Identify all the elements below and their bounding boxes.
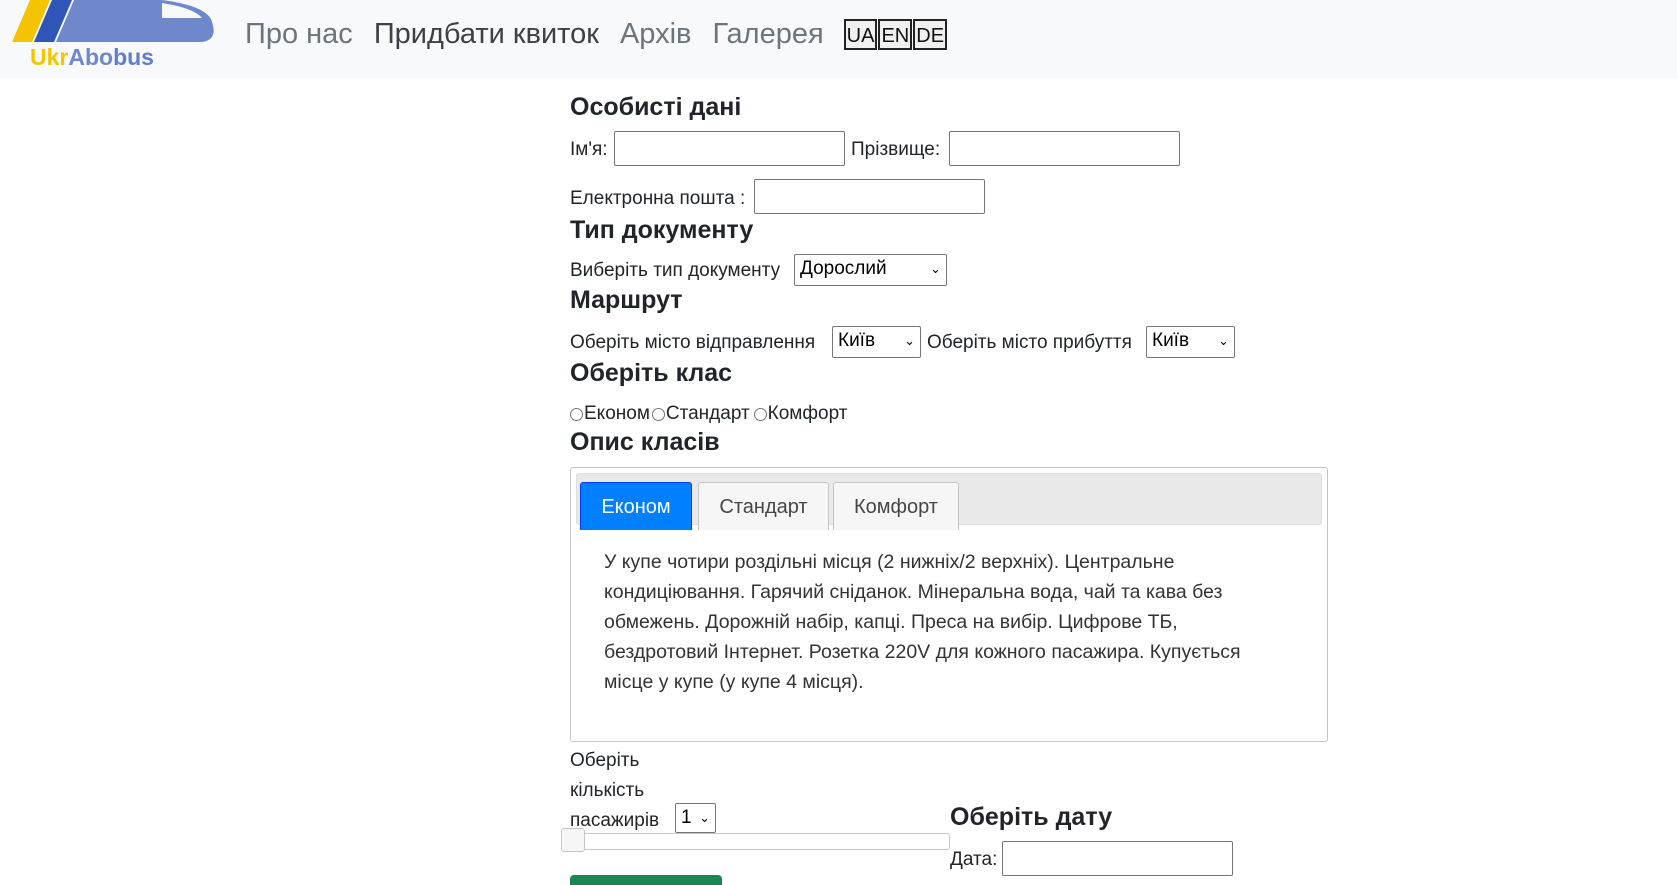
class-economy-radio[interactable] — [570, 407, 583, 421]
chevron-down-icon: ⌄ — [699, 810, 710, 825]
class-comfort-radio[interactable] — [753, 407, 767, 421]
navbar: UkrAbobus Про нас Придбати квиток Архів … — [0, 0, 1677, 78]
language-switcher: UA EN DE — [843, 18, 948, 50]
class-tabs-header: Економ Стандарт Комфорт — [576, 473, 1322, 530]
document-type-heading: Тип документу — [570, 216, 754, 244]
tab-comfort[interactable]: Комфорт — [833, 482, 959, 530]
chevron-down-icon: ⌄ — [930, 261, 941, 276]
departure-select[interactable]: Київ ⌄ — [832, 326, 921, 358]
lang-de-button[interactable]: DE — [913, 18, 948, 50]
first-name-label: Ім'я: — [570, 139, 608, 160]
lang-en-button[interactable]: EN — [878, 18, 913, 50]
first-name-input[interactable] — [614, 131, 845, 166]
email-input[interactable] — [754, 179, 985, 214]
passengers-slider[interactable] — [561, 828, 950, 852]
departure-label: Оберіть місто відправлення — [570, 332, 816, 353]
class-description-text: У купе чотири роздільні місця (2 нижніх/… — [604, 551, 1241, 693]
class-select-heading: Оберіть клас — [570, 359, 733, 387]
class-standard-label: Стандарт — [665, 403, 750, 424]
chevron-down-icon: ⌄ — [1218, 333, 1229, 348]
route-heading: Маршрут — [570, 286, 683, 314]
last-name-label: Прізвище: — [851, 139, 941, 160]
class-comfort-label: Комфорт — [767, 403, 848, 424]
departure-value: Київ — [838, 330, 876, 351]
tab-standard[interactable]: Стандарт — [698, 482, 829, 530]
last-name-input[interactable] — [949, 131, 1180, 166]
date-input[interactable] — [1002, 841, 1233, 876]
class-radio-group: Економ Стандарт Комфорт — [570, 403, 847, 425]
class-economy-label: Економ — [584, 403, 650, 424]
arrival-value: Київ — [1152, 330, 1190, 351]
nav-link-buy-ticket[interactable]: Придбати квиток — [374, 14, 599, 54]
document-type-select[interactable]: Дорослий ⌄ — [794, 254, 947, 286]
class-description-heading: Опис класів — [570, 428, 720, 456]
logo-text: UkrAbobus — [30, 44, 154, 70]
personal-data-heading: Особисті дані — [570, 93, 742, 121]
passengers-select[interactable]: 1 ⌄ — [675, 803, 716, 833]
email-label: Електронна пошта : — [570, 188, 746, 209]
date-label: Дата: — [950, 849, 998, 870]
document-type-label: Виберіть тип документу — [570, 260, 781, 281]
arrival-label: Оберіть місто прибуття — [927, 332, 1132, 353]
document-type-value: Дорослий — [800, 258, 887, 279]
passengers-value: 1 — [681, 807, 692, 828]
ukrabobus-logo[interactable]: UkrAbobus — [12, 0, 218, 74]
chevron-down-icon: ⌄ — [904, 333, 915, 348]
lang-ua-button[interactable]: UA — [843, 18, 878, 50]
nav-link-gallery[interactable]: Галерея — [712, 14, 823, 54]
passengers-label-line2: кількість — [570, 780, 645, 801]
passengers-label-line1: Оберіть — [570, 750, 640, 771]
class-standard-radio[interactable] — [651, 407, 665, 421]
date-heading: Оберіть дату — [950, 803, 1113, 831]
tab-economy[interactable]: Економ — [580, 482, 692, 530]
class-tabs: Економ Стандарт Комфорт У купе чотири ро… — [570, 467, 1328, 742]
nav-link-archive[interactable]: Архів — [620, 14, 692, 54]
nav-link-about[interactable]: Про нас — [245, 14, 353, 54]
passengers-label: Оберіть кількість пасажирів — [570, 746, 659, 836]
submit-button[interactable] — [570, 875, 722, 885]
nav-links: Про нас Придбати квиток Архів Галерея UA… — [245, 14, 948, 54]
slider-handle[interactable] — [561, 828, 585, 852]
arrival-select[interactable]: Київ ⌄ — [1146, 326, 1235, 358]
